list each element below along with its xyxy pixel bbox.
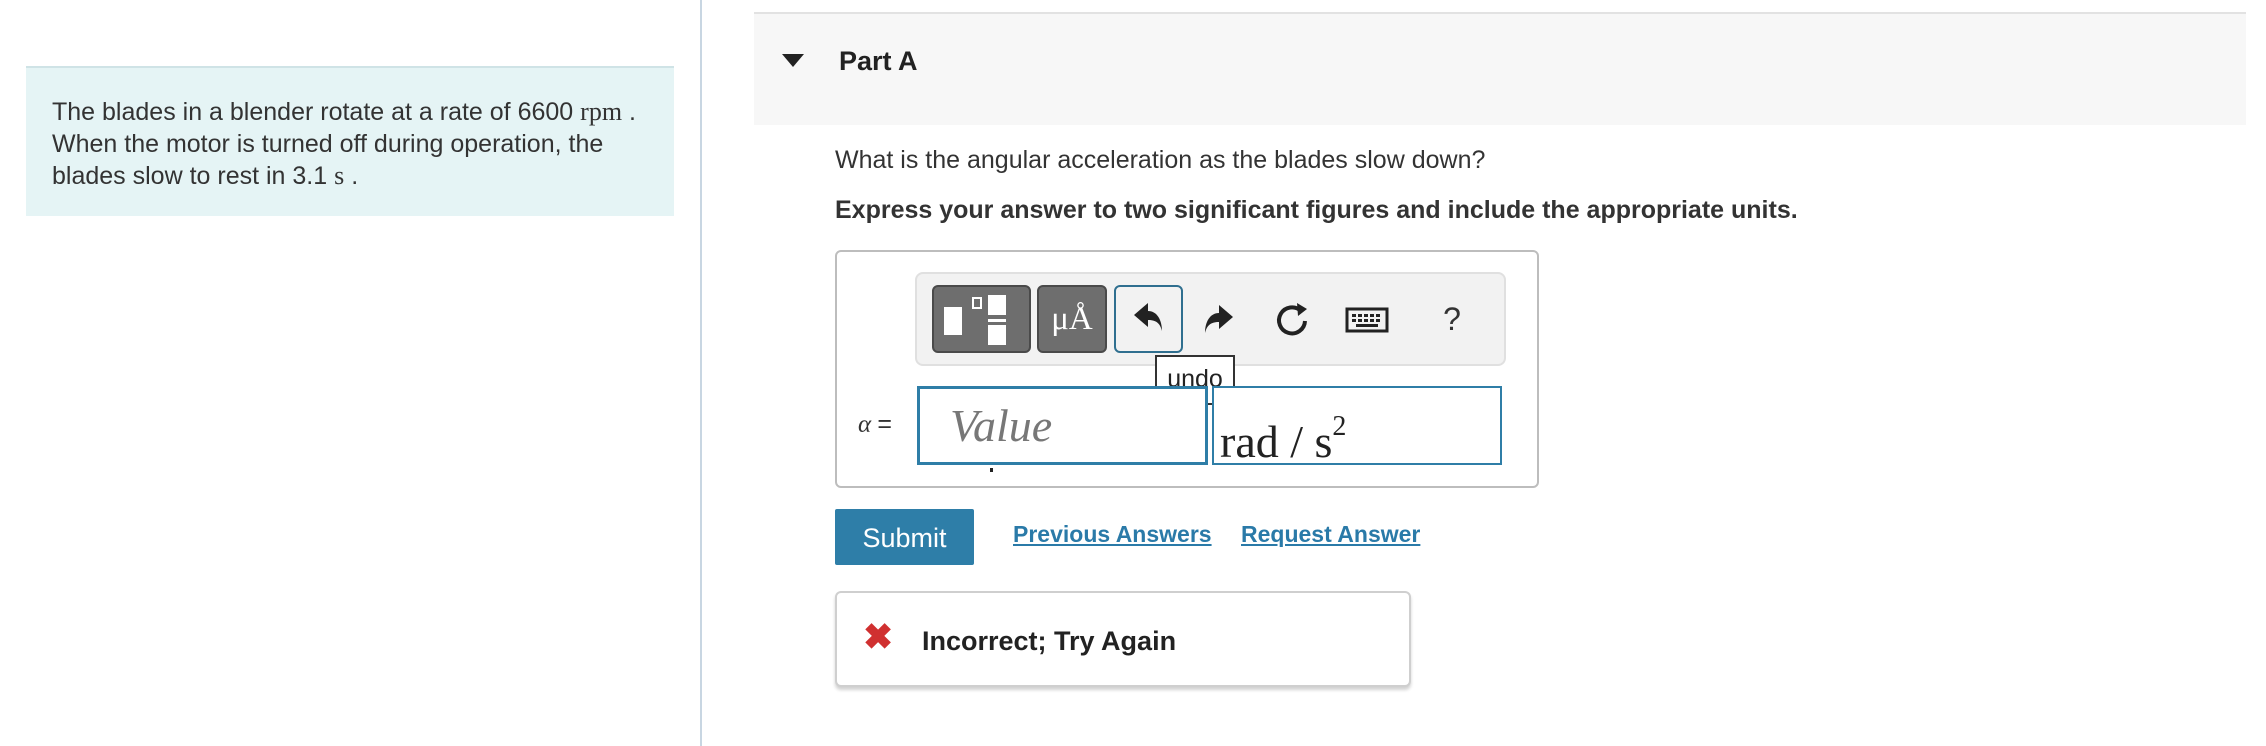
problem-text-after: . — [351, 162, 359, 190]
request-answer-link[interactable]: Request Answer — [1241, 521, 1420, 548]
help-button[interactable]: ? — [1427, 285, 1477, 353]
reset-button[interactable] — [1267, 285, 1317, 353]
part-title: Part A — [839, 46, 918, 76]
column-divider — [700, 0, 702, 746]
value-input[interactable] — [917, 386, 1208, 465]
question-text: What is the angular acceleration as the … — [835, 146, 1486, 174]
fraction-template-icon[interactable] — [932, 285, 1031, 353]
collapse-caret-icon[interactable] — [782, 54, 804, 67]
instruction-text: Express your answer to two significant f… — [835, 196, 1798, 224]
units-input[interactable]: rad / s2 — [1212, 386, 1502, 467]
problem-text-before: The blades in a blender rotate at a rate… — [52, 98, 574, 126]
unit-rpm: rpm — [580, 97, 623, 126]
unit-seconds: s — [334, 161, 345, 190]
keyboard-button[interactable] — [1343, 285, 1393, 353]
feedback-text: Incorrect; Try Again — [922, 626, 1177, 656]
redo-arrow-icon — [1205, 305, 1233, 333]
units-base: rad / s — [1220, 416, 1333, 467]
x-icon: ✖ — [863, 616, 894, 657]
redo-button[interactable] — [1195, 285, 1245, 353]
math-toolbar: μÅ ? — [915, 272, 1506, 366]
undo-arrow-icon — [1134, 303, 1162, 331]
feedback-box: ✖ Incorrect; Try Again — [835, 591, 1411, 687]
units-exponent: 2 — [1332, 411, 1347, 442]
answer-variable-label: α = — [858, 410, 892, 439]
part-header[interactable]: Part A — [754, 12, 2246, 125]
keyboard-icon — [1345, 307, 1389, 333]
units-button[interactable]: μÅ — [1037, 285, 1107, 353]
reset-icon — [1277, 303, 1307, 336]
previous-answers-link[interactable]: Previous Answers — [1013, 521, 1212, 548]
cursor-marker — [990, 468, 993, 472]
submit-button[interactable]: Submit — [835, 509, 974, 565]
undo-button[interactable] — [1114, 285, 1183, 353]
equals-sign: = — [877, 410, 892, 438]
variable-symbol: α — [858, 411, 872, 438]
problem-statement: The blades in a blender rotate at a rate… — [26, 66, 674, 216]
